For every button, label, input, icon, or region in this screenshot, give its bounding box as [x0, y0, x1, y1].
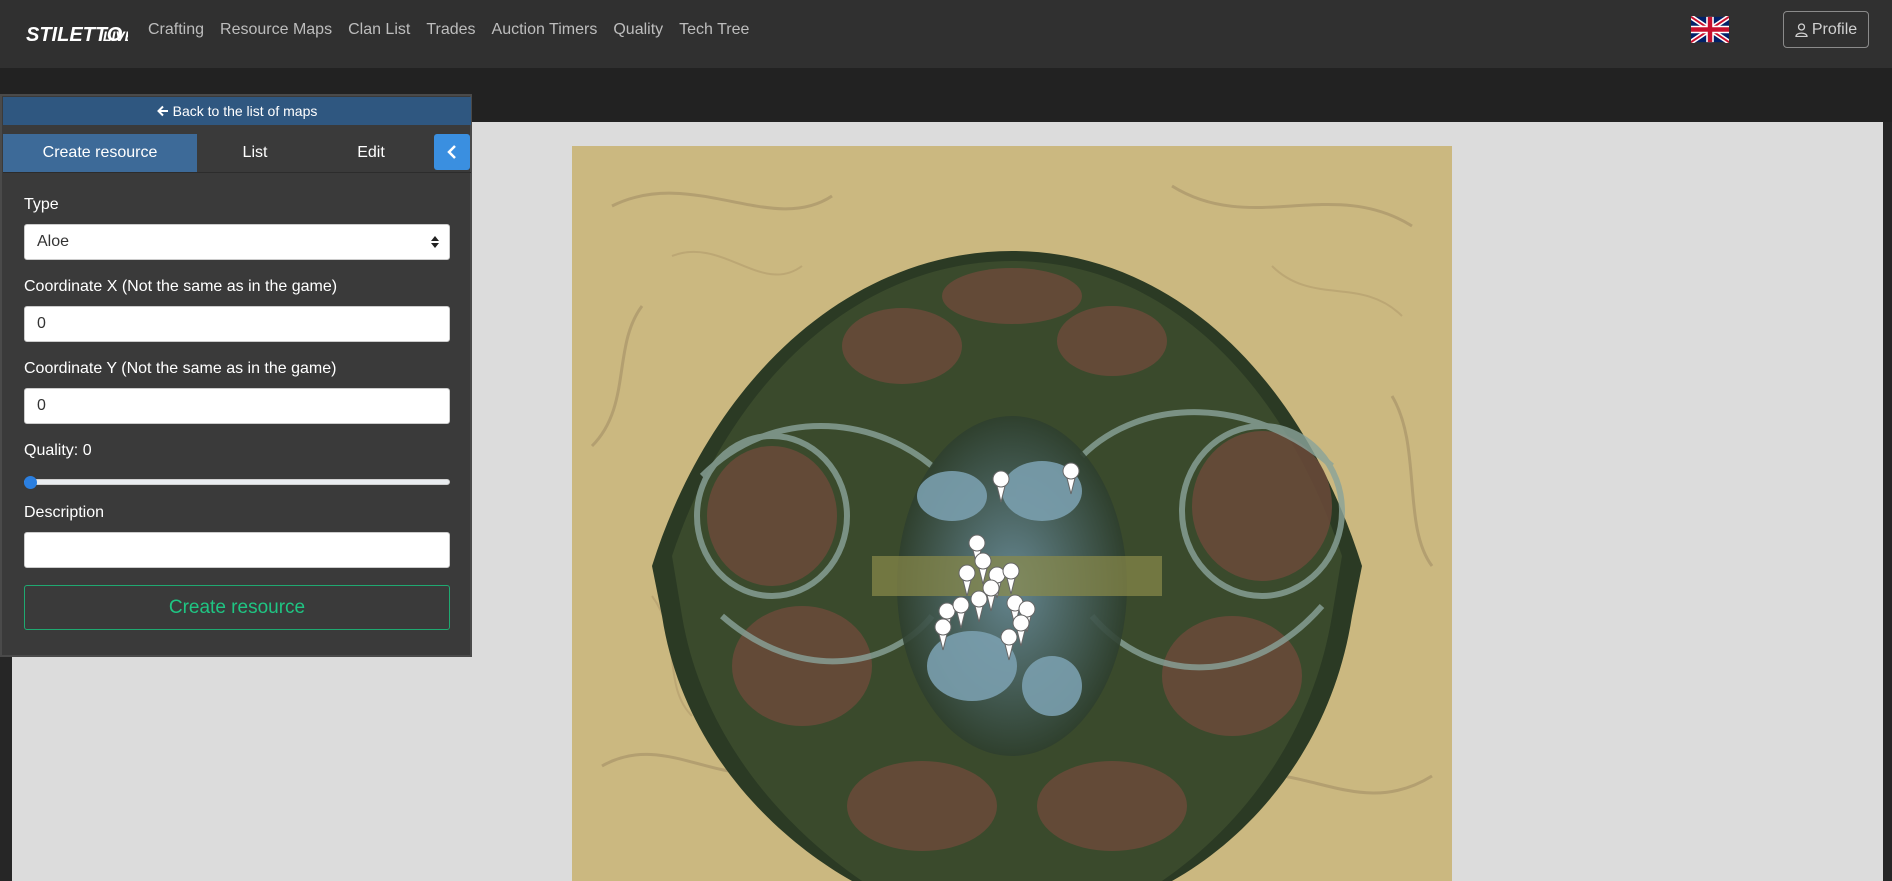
main-nav: Crafting Resource Maps Clan List Trades … [140, 0, 757, 60]
back-to-maps-link[interactable]: Back to the list of maps [3, 97, 471, 125]
arrow-left-icon [156, 105, 168, 117]
map-graphic [572, 146, 1452, 881]
profile-label: Profile [1811, 20, 1858, 38]
nav-link-clan-list[interactable]: Clan List [348, 21, 410, 39]
nav-link-auction-timers[interactable]: Auction Timers [492, 21, 598, 39]
coord-y-label: Coordinate Y (Not the same as in the gam… [24, 360, 337, 377]
quality-label: Quality: 0 [24, 442, 92, 459]
uk-flag-icon[interactable] [1691, 16, 1729, 43]
quality-slider-thumb[interactable] [24, 476, 37, 489]
nav-link-crafting[interactable]: Crafting [148, 21, 204, 39]
coord-x-input[interactable]: 0 [24, 306, 450, 342]
coord-x-value: 0 [37, 315, 46, 332]
description-input[interactable] [24, 532, 450, 568]
top-navbar: STILETTO .LIVE Crafting Resource Maps Cl… [0, 0, 1892, 68]
quality-slider[interactable] [24, 479, 450, 485]
nav-link-trades[interactable]: Trades [426, 21, 475, 39]
coord-y-value: 0 [37, 397, 46, 414]
nav-link-quality[interactable]: Quality [613, 21, 663, 39]
create-resource-button[interactable]: Create resource [24, 585, 450, 630]
tab-list[interactable]: List [197, 134, 313, 172]
description-label: Description [24, 504, 105, 521]
user-icon [1795, 22, 1808, 37]
profile-button[interactable]: Profile [1783, 11, 1869, 48]
panel-tabs: Create resource List Edit [3, 134, 471, 173]
nav-link-tech-tree[interactable]: Tech Tree [679, 21, 749, 39]
back-link-label: Back to the list of maps [172, 103, 318, 119]
type-label: Type [24, 196, 59, 213]
tab-create-resource[interactable]: Create resource [3, 134, 197, 172]
nav-link-resource-maps[interactable]: Resource Maps [220, 21, 332, 39]
tab-edit[interactable]: Edit [313, 134, 429, 172]
resource-side-panel: Back to the list of maps Create resource… [0, 94, 472, 657]
coord-x-label: Coordinate X (Not the same as in the gam… [24, 278, 338, 295]
type-select-value: Aloe [37, 233, 70, 250]
chevron-left-icon [447, 145, 456, 159]
collapse-panel-button[interactable] [434, 134, 470, 170]
site-logo[interactable]: STILETTO .LIVE [26, 14, 128, 54]
select-sort-icon [431, 236, 439, 248]
svg-text:.LIVE: .LIVE [99, 28, 128, 44]
coord-y-input[interactable]: 0 [24, 388, 450, 424]
resource-map[interactable] [572, 146, 1452, 881]
type-select[interactable]: Aloe [24, 224, 450, 260]
